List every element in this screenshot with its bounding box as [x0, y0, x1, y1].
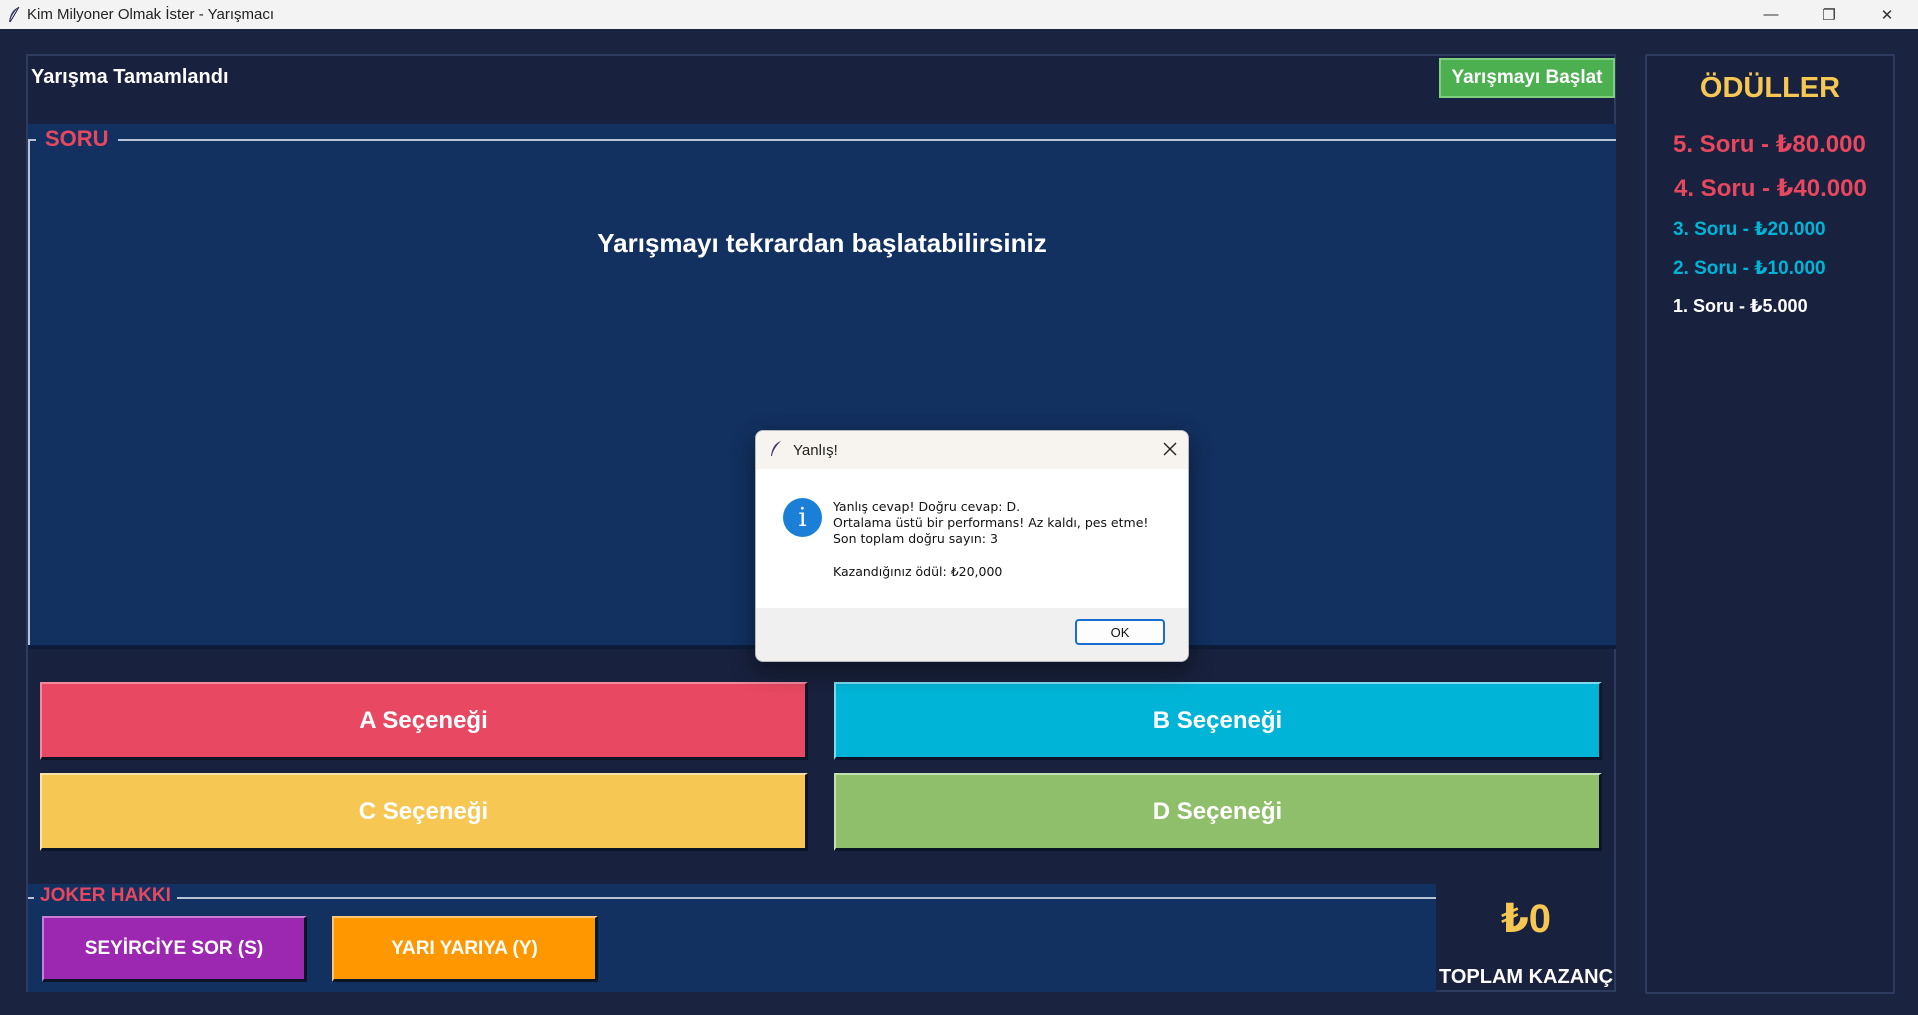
feather-icon	[771, 441, 781, 456]
award-item: 2. Soru - ₺10.000	[1673, 258, 1826, 279]
awards-title: ÖDÜLLER	[1699, 72, 1841, 104]
total-label: TOPLAM KAZANÇ	[1438, 966, 1614, 988]
total-amount: ₺0	[1500, 897, 1552, 941]
dialog-message-line: Yanlış cevap! Doğru cevap: D.	[833, 499, 1021, 514]
fifty-fifty-button[interactable]: YARI YARIYA (Y)	[332, 916, 598, 982]
dialog-message-line: Son toplam doğru sayın: 3	[833, 531, 998, 546]
award-item: 1. Soru - ₺5.000	[1673, 296, 1808, 316]
question-panel-border-left	[28, 139, 30, 649]
option-d-button[interactable]: D Seçeneği	[834, 773, 1602, 851]
dialog-message-line: Ortalama üstü bir performans! Az kaldı, …	[833, 515, 1149, 530]
restore-button[interactable]: ❐	[1800, 0, 1858, 29]
award-item: 5. Soru - ₺80.000	[1673, 131, 1866, 158]
question-text: Yarışmayı tekrardan başlatabilirsiniz	[597, 228, 1047, 258]
feather-icon	[9, 6, 20, 22]
question-panel-border	[28, 139, 1616, 141]
ask-audience-button[interactable]: SEYİRCİYE SOR (S)	[42, 916, 307, 982]
window-close-button[interactable]: ✕	[1858, 0, 1916, 29]
ok-button[interactable]: OK	[1075, 619, 1165, 645]
dialog-prize-line: Kazandığınız ödül: ₺20,000	[833, 564, 1003, 579]
award-item: 3. Soru - ₺20.000	[1673, 219, 1826, 240]
award-item: 4. Soru - ₺40.000	[1674, 175, 1867, 202]
dialog-titlebar: Yanlış!	[756, 431, 1188, 469]
result-dialog: Yanlış! i Yanlış cevap! Doğru cevap: D. …	[755, 430, 1189, 662]
window-title: Kim Milyoner Olmak İster - Yarışmacı	[27, 6, 274, 23]
joker-legend: JOKER HAKKI	[34, 885, 177, 907]
start-game-button[interactable]: Yarışmayı Başlat	[1439, 58, 1615, 98]
game-status: Yarışma Tamamlandı	[31, 66, 229, 88]
window-titlebar: Kim Milyoner Olmak İster - Yarışmacı	[0, 0, 1918, 29]
question-legend: SORU	[36, 126, 118, 152]
option-a-button[interactable]: A Seçeneği	[40, 682, 808, 760]
info-icon: i	[783, 498, 822, 537]
joker-panel-border	[28, 897, 1436, 899]
option-b-button[interactable]: B Seçeneği	[834, 682, 1602, 760]
close-icon[interactable]	[1160, 439, 1180, 459]
option-c-button[interactable]: C Seçeneği	[40, 773, 808, 851]
minimize-button[interactable]: —	[1742, 0, 1800, 29]
dialog-title: Yanlış!	[793, 442, 838, 459]
